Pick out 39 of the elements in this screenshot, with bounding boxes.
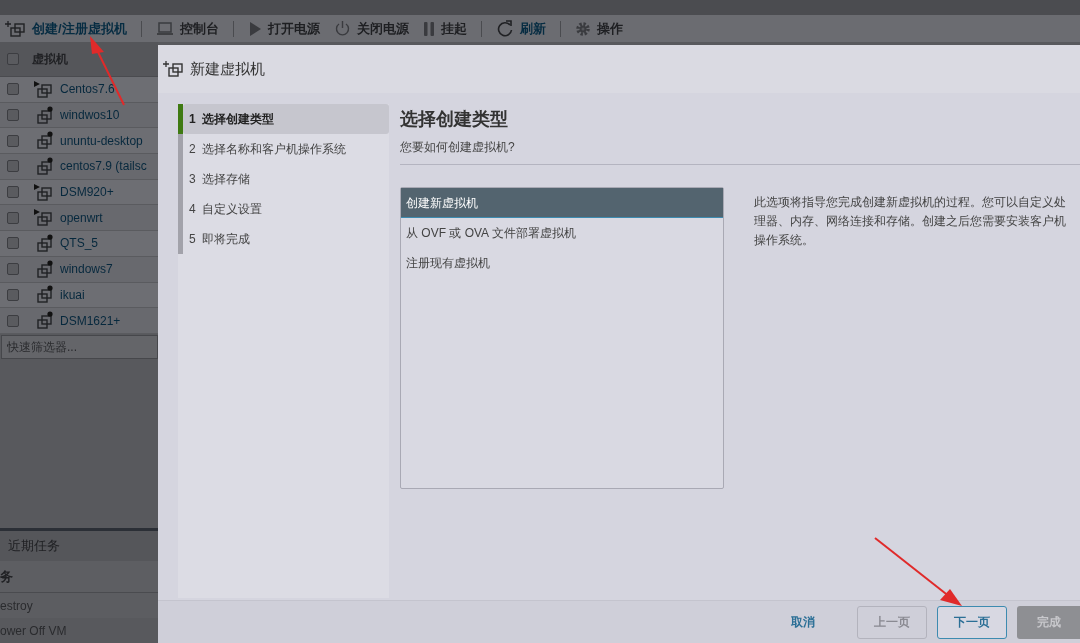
checkbox[interactable] <box>7 134 19 147</box>
option-item[interactable]: 注册现有虚拟机 <box>401 248 723 278</box>
option-description: 此选项将指导您完成创建新虚拟机的过程。您可以自定义处理器、内存、网络连接和存储。创建之后您需要安装客户机操作系统。 <box>754 194 1066 249</box>
checkbox[interactable] <box>7 237 19 250</box>
wizard-step[interactable]: 1 选择创建类型 <box>183 104 389 134</box>
checkbox[interactable] <box>7 263 19 276</box>
wizard-step[interactable]: 5 即将完成 <box>183 224 389 254</box>
power-icon <box>333 20 351 37</box>
checkbox[interactable] <box>7 186 19 199</box>
column-header: 务 <box>0 567 13 586</box>
toolbar-button[interactable]: 创建/注册虚拟机 <box>4 18 127 39</box>
pause-icon <box>422 20 435 37</box>
settings-icon <box>574 20 591 37</box>
vm-name-link[interactable]: QTS_5 <box>60 234 98 253</box>
add-vm-icon <box>162 60 184 78</box>
checkbox[interactable] <box>7 160 19 173</box>
wizard-step[interactable]: 2 选择名称和客户机操作系统 <box>183 134 389 164</box>
wizard-step[interactable]: 3 选择存储 <box>183 164 389 194</box>
section-heading: 选择创建类型 <box>400 108 509 131</box>
option-item[interactable]: 从 OVF 或 OVA 文件部署虚拟机 <box>401 218 723 248</box>
checkbox[interactable] <box>7 211 19 224</box>
monitor-icon <box>155 20 174 37</box>
checkbox[interactable] <box>7 53 19 65</box>
checkbox[interactable] <box>7 288 19 301</box>
vm-name-link[interactable]: ikuai <box>60 285 85 304</box>
play-icon <box>247 20 262 37</box>
vm-name-link[interactable]: openwrt <box>60 208 103 227</box>
checkbox[interactable] <box>7 109 19 122</box>
cancel-link[interactable]: 取消 <box>781 606 825 638</box>
section-subheading: 您要如何创建虚拟机? <box>400 139 516 156</box>
add-vm-icon <box>4 19 26 38</box>
wizard-step[interactable]: 4 自定义设置 <box>183 194 389 224</box>
dialog-button[interactable]: 下一页 <box>937 605 1007 639</box>
checkbox[interactable] <box>7 314 19 327</box>
checkbox[interactable] <box>7 83 19 96</box>
option-item[interactable]: 创建新虚拟机 <box>401 188 723 218</box>
dialog-title: 新建虚拟机 <box>190 58 265 79</box>
toolbar-button[interactable]: 刷新 <box>495 18 546 39</box>
refresh-icon <box>495 19 514 38</box>
